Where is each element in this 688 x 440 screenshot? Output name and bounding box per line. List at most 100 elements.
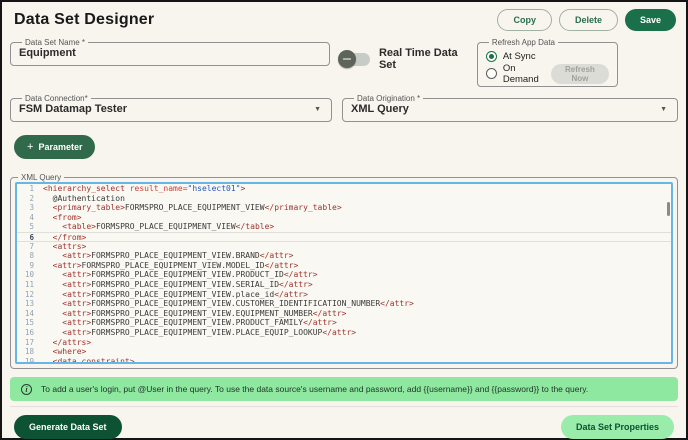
dataset-name-field[interactable]: Data Set Name * Equipment [10,38,330,66]
code-text: </from> [43,233,86,241]
chevron-down-icon: ▼ [660,106,669,113]
code-text: <attr>FORMSPRO_PLACE_EQUIPMENT_VIEW.EQUI… [43,309,346,319]
code-text: <attr>FORMSPRO_PLACE_EQUIPMENT_VIEW.CUST… [43,299,414,309]
info-icon: i [21,384,32,395]
data-connection-select[interactable]: Data Connection* FSM Datamap Tester ▼ [10,94,332,122]
xml-query-fieldset: XML Query 1<hierarchy_select result_name… [10,173,678,369]
on-demand-row: On Demand Refresh Now [486,65,609,82]
line-number: 13 [17,299,43,309]
dataset-name-label: Data Set Name * [22,38,88,47]
code-line: 19 <data_constraint> [17,357,671,364]
xml-editor-lines: 1<hierarchy_select result_name="hselect0… [17,184,671,364]
data-origination-label: Data Origination * [354,94,423,103]
data-connection-label: Data Connection* [22,94,91,103]
dataset-name-value: Equipment [19,47,321,60]
line-number: 3 [17,203,43,213]
delete-button[interactable]: Delete [559,9,618,31]
code-text: <attrs> [43,242,86,252]
dataset-properties-button[interactable]: Data Set Properties [561,415,674,439]
editor-scrollbar[interactable] [667,202,670,216]
line-number: 17 [17,338,43,348]
data-connection-value: FSM Datamap Tester [19,103,127,116]
line-number: 9 [17,261,43,271]
realtime-toggle-label: Real Time Data Set [379,47,477,71]
line-number: 4 [17,213,43,223]
xml-query-editor[interactable]: 1<hierarchy_select result_name="hselect0… [15,182,673,364]
code-line: 5 <table>FORMSPRO_PLACE_EQUIPMENT_VIEW</… [17,222,671,232]
line-number: 10 [17,270,43,280]
line-number: 1 [17,184,43,194]
code-line: 10 <attr>FORMSPRO_PLACE_EQUIPMENT_VIEW.P… [17,270,671,280]
code-line: 11 <attr>FORMSPRO_PLACE_EQUIPMENT_VIEW.S… [17,280,671,290]
line-number: 19 [17,357,43,364]
code-line: 4 <from> [17,213,671,223]
header-actions: Copy Delete Save [497,9,676,31]
add-parameter-button[interactable]: + Parameter [14,135,95,159]
realtime-toggle[interactable] [340,53,370,66]
footer-bar: Generate Data Set Data Set Properties [10,406,678,439]
on-demand-radio[interactable] [486,68,497,79]
code-text: <from> [43,213,82,223]
code-line: 9 <attr>FORMSPRO_PLACE_EQUIPMENT_VIEW.MO… [17,261,671,271]
code-line: 2 @Authentication [17,194,671,204]
code-text: <primary_table>FORMSPRO_PLACE_EQUIPMENT_… [43,203,342,213]
code-line: 12 <attr>FORMSPRO_PLACE_EQUIPMENT_VIEW.p… [17,290,671,300]
code-text: <hierarchy_select result_name="hselect01… [43,184,245,194]
code-text: <attr>FORMSPRO_PLACE_EQUIPMENT_VIEW.MODE… [43,261,298,271]
line-number: 12 [17,290,43,300]
at-sync-radio[interactable] [486,51,497,62]
code-line: 17 </attrs> [17,338,671,348]
line-number: 7 [17,242,43,252]
line-number: 15 [17,318,43,328]
code-text: <attr>FORMSPRO_PLACE_EQUIPMENT_VIEW.BRAN… [43,251,293,261]
form-row-2: Data Connection* FSM Datamap Tester ▼ Da… [10,94,678,122]
code-text: <attr>FORMSPRO_PLACE_EQUIPMENT_VIEW.PLAC… [43,328,356,338]
code-text: <attr>FORMSPRO_PLACE_EQUIPMENT_VIEW.PROD… [43,270,318,280]
copy-button[interactable]: Copy [497,9,552,31]
line-number: 16 [17,328,43,338]
page-title: Data Set Designer [14,11,154,29]
code-line: 1<hierarchy_select result_name="hselect0… [17,184,671,194]
code-line: 8 <attr>FORMSPRO_PLACE_EQUIPMENT_VIEW.BR… [17,251,671,261]
add-parameter-label: Parameter [38,142,82,152]
xml-query-label: XML Query [18,173,64,182]
data-origination-select[interactable]: Data Origination * XML Query ▼ [342,94,678,122]
line-number: 5 [17,222,43,232]
code-text: <data_constraint> [43,357,135,364]
generate-dataset-button[interactable]: Generate Data Set [14,415,122,439]
refresh-app-data-group: Refresh App Data At Sync On Demand Refre… [477,38,618,87]
line-number: 14 [17,309,43,319]
line-number: 6 [17,233,43,241]
plus-icon: + [27,142,33,152]
at-sync-label: At Sync [503,51,536,62]
page: Data Set Designer Copy Delete Save Data … [2,2,686,439]
on-demand-label: On Demand [503,63,545,85]
chevron-down-icon: ▼ [314,106,323,113]
refresh-now-button[interactable]: Refresh Now [551,64,609,84]
code-line: 3 <primary_table>FORMSPRO_PLACE_EQUIPMEN… [17,203,671,213]
realtime-toggle-wrap: Real Time Data Set [340,47,477,71]
data-origination-value: XML Query [351,103,409,116]
line-number: 2 [17,194,43,204]
save-button[interactable]: Save [625,9,676,31]
code-text: @Authentication [43,194,125,204]
info-banner: i To add a user's login, put @User in th… [10,377,678,401]
code-line: 6 </from> [17,232,671,242]
header: Data Set Designer Copy Delete Save [10,4,678,34]
code-text: <table>FORMSPRO_PLACE_EQUIPMENT_VIEW</ta… [43,222,274,232]
code-line: 18 <where> [17,347,671,357]
code-text: </attrs> [43,338,91,348]
line-number: 11 [17,280,43,290]
code-line: 7 <attrs> [17,242,671,252]
code-text: <attr>FORMSPRO_PLACE_EQUIPMENT_VIEW.plac… [43,290,308,300]
form-row-1: Data Set Name * Equipment Real Time Data… [10,38,678,87]
code-text: <attr>FORMSPRO_PLACE_EQUIPMENT_VIEW.PROD… [43,318,337,328]
code-text: <where> [43,347,86,357]
code-line: 16 <attr>FORMSPRO_PLACE_EQUIPMENT_VIEW.P… [17,328,671,338]
code-line: 13 <attr>FORMSPRO_PLACE_EQUIPMENT_VIEW.C… [17,299,671,309]
info-banner-text: To add a user's login, put @User in the … [41,384,588,394]
code-line: 15 <attr>FORMSPRO_PLACE_EQUIPMENT_VIEW.P… [17,318,671,328]
toggle-knob-icon [338,50,356,68]
line-number: 8 [17,251,43,261]
line-number: 18 [17,347,43,357]
